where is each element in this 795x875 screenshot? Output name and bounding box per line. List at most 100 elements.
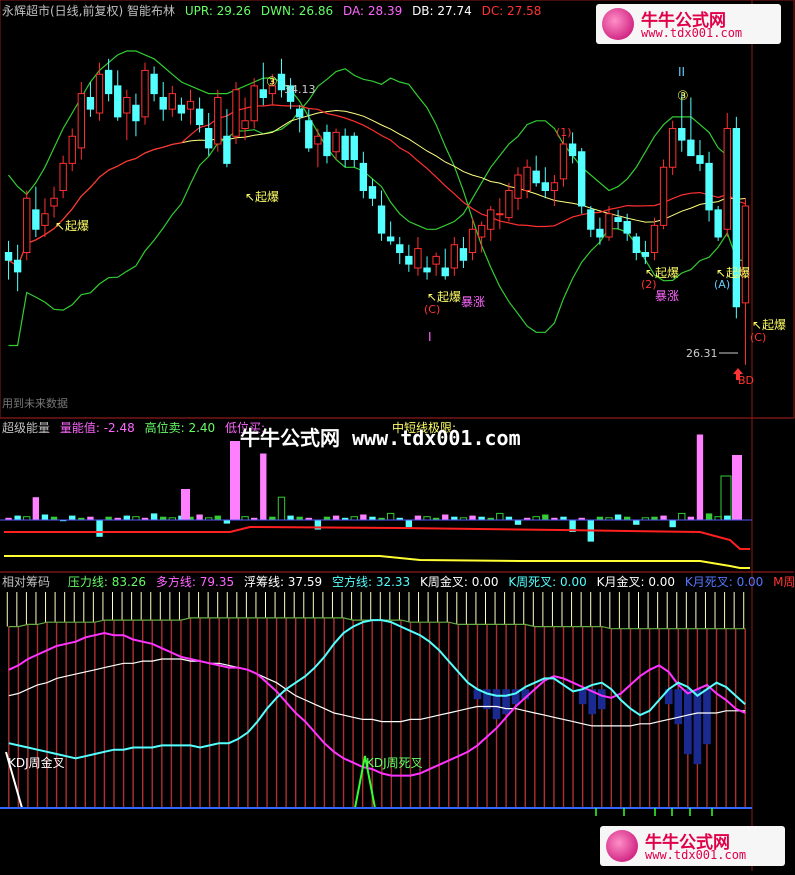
candle-body: [396, 244, 404, 253]
baozhang-label: 暴涨: [655, 288, 679, 303]
mw-value: M周金叉: [773, 575, 795, 589]
candle-body: [386, 236, 395, 242]
candle-body: [732, 128, 741, 308]
chip-blue-block: [492, 689, 501, 720]
candle-body: [50, 197, 58, 207]
candle-body: [541, 182, 549, 191]
candle-body: [223, 135, 231, 164]
wave-label: ③: [677, 89, 689, 104]
energy-neg-bar: [96, 520, 103, 537]
candle-body: [377, 205, 386, 234]
candle-body: [559, 143, 568, 180]
watermark: 牛牛公式网 www.tdx001.com: [240, 426, 521, 450]
chip-blue-block: [597, 689, 606, 710]
energy-bar: [705, 513, 713, 520]
chip-blue-block: [693, 689, 702, 765]
candle-body: [150, 73, 158, 95]
candle-body: [104, 69, 113, 95]
qibao-label: ↖起爆: [427, 290, 461, 304]
energy-spike-outline: [720, 475, 732, 521]
float-line: [8, 658, 746, 727]
candle-body: [186, 100, 195, 110]
energy-neg-bar: [514, 520, 522, 525]
candle-body: [205, 128, 213, 149]
candle-body: [641, 252, 650, 257]
candle-body: [132, 104, 140, 122]
candle-body: [741, 205, 750, 304]
candle-body: [332, 131, 340, 153]
kdj-gold-label: KDJ周金叉: [8, 756, 65, 770]
energy-bar: [360, 514, 367, 520]
candle-body: [350, 135, 358, 160]
candle-body: [614, 217, 622, 222]
candle-body: [432, 255, 440, 265]
energy-bar: [660, 515, 667, 520]
logo-bottom: 牛牛公式网 www.tdx001.com: [600, 826, 785, 866]
dwn-value: DWN: 26.86: [260, 4, 334, 18]
kw-gold-value: K周金叉: 0.00: [420, 575, 499, 589]
wave-label: (C): [750, 331, 766, 344]
logo-bottom-url: www.tdx001.com: [645, 848, 747, 862]
energy-spike: [230, 441, 240, 520]
candle-body: [596, 228, 604, 238]
candle-body: [523, 166, 531, 191]
chip-blue-block: [703, 689, 711, 745]
candle-body: [13, 259, 22, 273]
candle-body: [450, 244, 459, 269]
qibao-label: ↖起爆: [55, 219, 89, 233]
panel2-header: 超级能量 量能值: -2.48 高位卖: 2.40 低位买:: [2, 421, 271, 435]
candle-body: [77, 93, 86, 149]
chip-blue-block: [684, 689, 692, 755]
candle-body: [232, 89, 240, 137]
float-value: 浮筹线: 37.59: [243, 575, 323, 589]
chip-blue-block: [502, 689, 510, 715]
candle-body: [250, 85, 258, 122]
candle-body: [678, 128, 686, 141]
candle-body: [687, 139, 695, 157]
candle-body: [459, 248, 468, 261]
upper-band-line: [8, 50, 728, 230]
energy-bar: [14, 515, 21, 520]
candle-body: [441, 267, 449, 277]
candle-body: [505, 190, 513, 219]
km-dead-value: K月死叉: 0.00: [684, 575, 764, 589]
qibao-label: ↖起爆: [752, 318, 786, 332]
energy-bar: [214, 515, 221, 520]
candle-body: [86, 97, 95, 110]
candle-body: [159, 97, 167, 110]
candle-body: [23, 197, 31, 253]
candle-body: [605, 213, 613, 238]
panel2-title: 超级能量: [2, 421, 51, 435]
candle-body: [4, 252, 13, 261]
kdj-dead-label: KDJ周死叉: [366, 756, 423, 770]
candle-body: [168, 93, 176, 110]
logo-top-url: www.tdx001.com: [641, 26, 743, 40]
candle-body: [723, 128, 731, 230]
energy-bar: [542, 514, 549, 520]
candle-body: [241, 120, 249, 129]
candle-body: [259, 89, 267, 98]
chart-stage: ↖起爆↖起爆↖起爆↖起爆↖起爆↖起爆↖起爆暴涨暴涨③③34.13II(1)(2)…: [0, 0, 795, 871]
wave-label: I: [428, 330, 432, 344]
empty-value: 空方线: 32.33: [331, 575, 411, 589]
multi-value: 多方线: 79.35: [155, 575, 235, 589]
energy-neg-bar: [633, 520, 640, 525]
wave-label: ③: [266, 75, 278, 90]
kw-dead-value: K周死叉: 0.00: [508, 575, 587, 589]
energy-spike: [732, 455, 742, 520]
energy-bar: [332, 515, 340, 520]
energy-bar: [260, 453, 267, 520]
cow-logo-icon-bottom: [606, 830, 638, 862]
candle-body: [659, 166, 668, 226]
da-value: DA: 28.39: [342, 4, 403, 18]
candle-body: [650, 224, 659, 253]
candle-body: [414, 248, 422, 269]
energy-bar: [32, 497, 40, 520]
energy-bar: [41, 514, 49, 520]
energy-bar: [69, 515, 76, 520]
upr-value: UPR: 29.26: [184, 4, 252, 18]
qibao-label: ↖起爆: [245, 190, 279, 204]
energy-bar: [614, 514, 622, 520]
candle-body: [114, 85, 122, 118]
cow-logo-icon: [602, 8, 634, 40]
